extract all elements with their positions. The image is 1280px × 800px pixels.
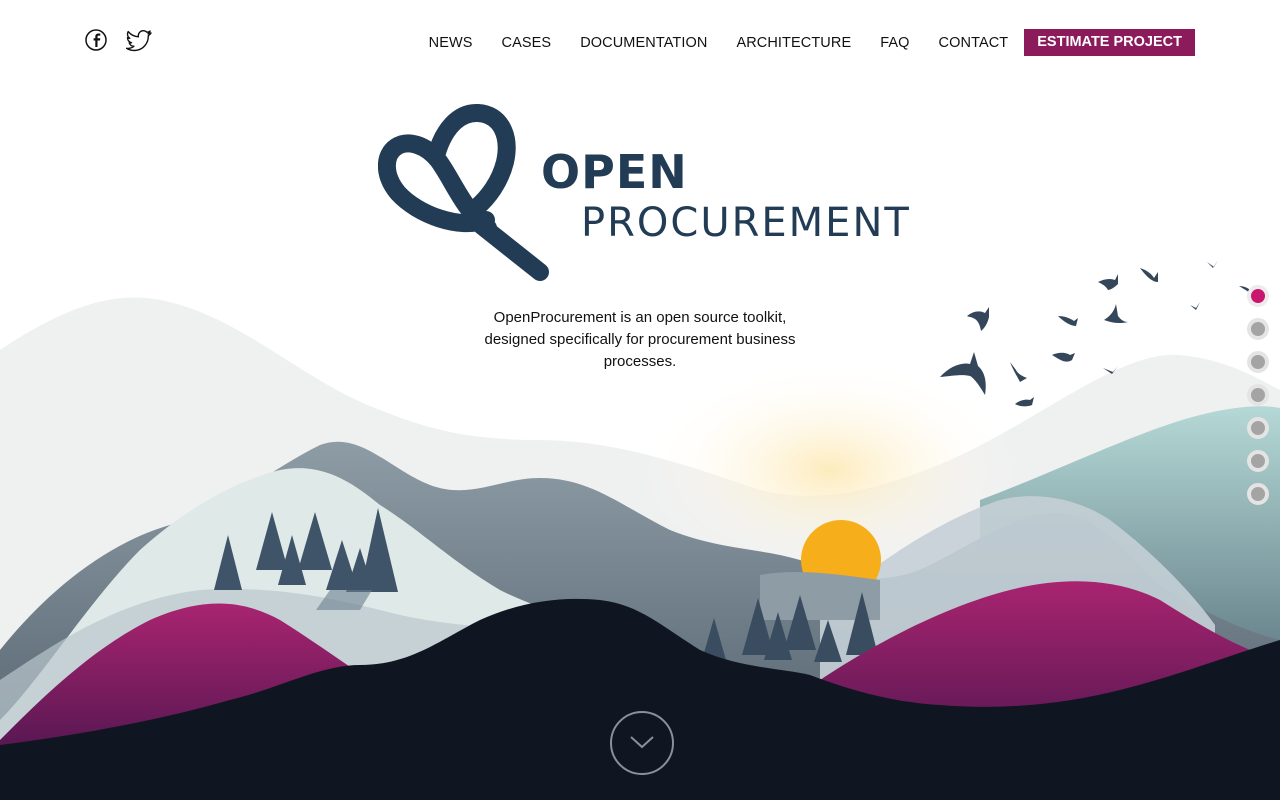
openprocurement-logo: OPEN PROCUREMENT [378, 100, 909, 282]
nav-faq[interactable]: FAQ [880, 30, 909, 56]
nav-documentation[interactable]: DOCUMENTATION [580, 30, 707, 56]
main-nav: NEWS CASES DOCUMENTATION ARCHITECTURE FA… [429, 29, 1195, 56]
facebook-icon [85, 29, 107, 51]
hero-tagline: OpenProcurement is an open source toolki… [484, 309, 796, 370]
pagination-dot-2[interactable] [1247, 318, 1269, 340]
nav-news[interactable]: NEWS [429, 30, 473, 56]
nav-contact[interactable]: CONTACT [939, 30, 1009, 56]
pagination-dot-5[interactable] [1247, 417, 1269, 439]
twitter-icon [125, 30, 152, 52]
nav-architecture[interactable]: ARCHITECTURE [736, 30, 851, 56]
pagination-dot-3[interactable] [1247, 351, 1269, 373]
nav-cases[interactable]: CASES [502, 30, 552, 56]
estimate-project-button[interactable]: ESTIMATE PROJECT [1024, 29, 1195, 56]
logo-word-procurement: PROCUREMENT [581, 200, 911, 246]
pagination-dot-1[interactable] [1247, 285, 1269, 307]
logo-word-open: OPEN [541, 145, 688, 199]
scroll-down-button[interactable] [610, 711, 674, 775]
pagination-dot-7[interactable] [1247, 483, 1269, 505]
pagination-dot-4[interactable] [1247, 384, 1269, 406]
pagination-dot-6[interactable] [1247, 450, 1269, 472]
facebook-link[interactable] [84, 27, 112, 55]
social-links [84, 27, 154, 55]
logo-mark-icon [378, 104, 549, 281]
top-navigation-bar: NEWS CASES DOCUMENTATION ARCHITECTURE FA… [0, 0, 1280, 80]
twitter-link[interactable] [125, 27, 154, 55]
section-pagination [1247, 285, 1269, 516]
chevron-down-icon [630, 736, 654, 749]
